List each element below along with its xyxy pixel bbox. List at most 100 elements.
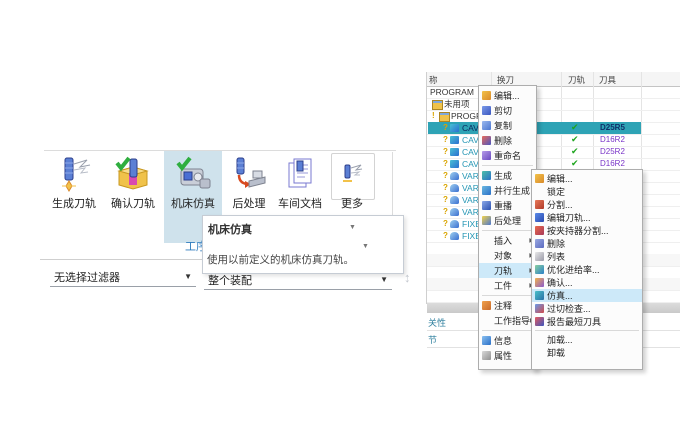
details-section-header[interactable]: 节 [428, 333, 437, 346]
context-menu-item[interactable]: 后处理 [479, 213, 536, 228]
menu-item-label: 编辑... [547, 172, 640, 185]
verify-toolpath-icon [104, 152, 162, 198]
column-header-tool[interactable]: 刀具 [599, 74, 616, 86]
toolpath-submenu-item[interactable]: 锁定 [532, 185, 642, 198]
toolpath-complete-icon: ✔ [571, 146, 579, 157]
unposted-status-icon: ? [443, 219, 448, 228]
toolpath-submenu-item[interactable]: 分割... [532, 198, 642, 211]
toolpath-complete-icon: ✔ [571, 122, 579, 133]
machine-simulation-label: 机床仿真 [164, 198, 222, 211]
copy-icon [482, 121, 491, 130]
properties-icon [482, 351, 491, 360]
context-menu-item[interactable]: 工件▶ [479, 278, 536, 293]
optimize-feedrate-icon [535, 265, 544, 274]
menu-separator [482, 165, 533, 166]
chevron-down-icon: ▼ [184, 272, 192, 281]
toolpath-submenu-item[interactable]: 过切检查... [532, 302, 642, 315]
simulate-icon [535, 291, 544, 300]
divide-icon [535, 200, 544, 209]
column-header-toolpath[interactable]: 刀轨 [568, 74, 585, 86]
menu-item-label: 剪切 [494, 104, 534, 117]
toolpath-submenu-item[interactable]: 列表 [532, 250, 642, 263]
mill-operation-icon [450, 160, 459, 168]
contour-operation-icon [450, 172, 459, 180]
navigator-header-row: 称 换刀 刀轨 刀具 [427, 72, 680, 87]
toolpath-submenu-item[interactable]: 优化进给率... [532, 263, 642, 276]
menu-item-label: 过切检查... [547, 302, 640, 315]
unposted-status-icon: ? [443, 207, 448, 216]
generate-icon [482, 171, 491, 180]
selection-filter-dropdown[interactable]: 无选择过滤器 ▼ [50, 265, 196, 287]
menu-item-label: 插入 [494, 234, 529, 247]
mill-operation-icon [450, 148, 459, 156]
divide-by-holder-icon [535, 226, 544, 235]
toolpath-submenu-item[interactable]: 删除 [532, 237, 642, 250]
toolpath-submenu-item[interactable]: 编辑... [532, 172, 642, 185]
mill-operation-icon [450, 136, 459, 144]
toolpath-submenu-item[interactable]: 加载... [532, 333, 642, 346]
verify-icon [535, 278, 544, 287]
context-menu-item[interactable]: 注释 [479, 298, 536, 313]
context-menu-item[interactable]: 复制 [479, 118, 536, 133]
report-shortest-tool-icon [535, 317, 544, 326]
context-menu-item[interactable]: 插入▶ [479, 233, 536, 248]
toolpath-submenu-item[interactable]: 报告最短刀具 [532, 315, 642, 328]
tooltip-title: 机床仿真 [208, 221, 252, 237]
toolpath-submenu: 编辑...锁定分割...编辑刀轨...按夹持器分割...删除列表优化进给率...… [531, 169, 643, 370]
more-button[interactable]: 更多 [330, 152, 374, 214]
menu-item-label: 信息 [494, 334, 534, 347]
menu-item-label: 锁定 [547, 185, 640, 198]
selection-scope-value: 整个装配 [208, 272, 252, 288]
dependencies-section-header[interactable]: 关性 [428, 316, 446, 329]
context-menu-item[interactable]: 并行生成 [479, 183, 536, 198]
unposted-status-icon: ? [443, 123, 448, 132]
context-menu-item[interactable]: 刀轨▶ [479, 263, 536, 278]
context-menu-item[interactable]: 重播 [479, 198, 536, 213]
generate-toolpath-button[interactable]: 生成刀轨 [46, 152, 102, 214]
context-menu-item[interactable]: 生成 [479, 168, 536, 183]
delete-toolpath-icon [535, 239, 544, 248]
context-menu-item[interactable]: 属性 [479, 348, 536, 363]
context-menu-item[interactable]: 信息 [479, 333, 536, 348]
menu-item-label: 确认... [547, 276, 640, 289]
machine-simulation-button[interactable]: 机床仿真 [164, 152, 222, 214]
list-icon [535, 252, 544, 261]
chevron-down-icon: ▼ [380, 275, 388, 284]
menu-separator [535, 330, 639, 331]
contour-operation-icon [450, 196, 459, 204]
more-dropdown-arrow[interactable]: ▼ [349, 224, 356, 231]
tooltip-description: 使用以前定义的机床仿真刀轨。 [207, 252, 354, 267]
menu-item-label: 报告最短刀具 [547, 315, 640, 328]
context-menu-item[interactable]: 剪切 [479, 103, 536, 118]
context-menu-item[interactable]: 工作指导▶ [479, 313, 536, 328]
context-menu-item[interactable]: 编辑... [479, 88, 536, 103]
toolpath-submenu-item[interactable]: 编辑刀轨... [532, 211, 642, 224]
menu-item-label: 仿真... [547, 289, 640, 302]
toolpath-submenu-item[interactable]: 卸载 [532, 346, 642, 359]
cut-icon [482, 106, 491, 115]
menu-separator [482, 330, 533, 331]
context-menu-item[interactable]: 重命名 [479, 148, 536, 163]
postprocess-button[interactable]: 后处理 [226, 152, 272, 214]
shop-documentation-button[interactable]: 车间文档 [272, 152, 328, 214]
toolpath-submenu-item[interactable]: 仿真... [532, 289, 642, 302]
menu-item-label: 删除 [547, 237, 640, 250]
postprocess-label: 后处理 [226, 198, 272, 211]
menu-item-label: 工件 [494, 279, 529, 292]
column-header-name[interactable]: 称 [429, 74, 438, 86]
contour-operation-icon [450, 208, 459, 216]
snap-point-icon: ↕ [404, 270, 411, 285]
shop-documentation-icon [272, 152, 328, 198]
context-menu-item[interactable]: 对象▶ [479, 248, 536, 263]
operation-context-menu: 编辑...剪切复制删除重命名生成并行生成重播后处理插入▶对象▶刀轨▶工件▶注释工… [478, 85, 537, 370]
edit-icon [482, 91, 491, 100]
gallery-dropdown-arrow[interactable]: ▼ [362, 243, 369, 250]
context-menu-item[interactable]: 删除 [479, 133, 536, 148]
toolpath-submenu-item[interactable]: 确认... [532, 276, 642, 289]
machine-simulation-icon [164, 152, 222, 198]
tool-name: D25R5 [600, 123, 625, 132]
shop-documentation-label: 车间文档 [272, 198, 328, 211]
toolpath-submenu-item[interactable]: 按夹持器分割... [532, 224, 642, 237]
tooltip: 机床仿真 使用以前定义的机床仿真刀轨。 [202, 215, 404, 274]
verify-toolpath-button[interactable]: 确认刀轨 [104, 152, 162, 214]
